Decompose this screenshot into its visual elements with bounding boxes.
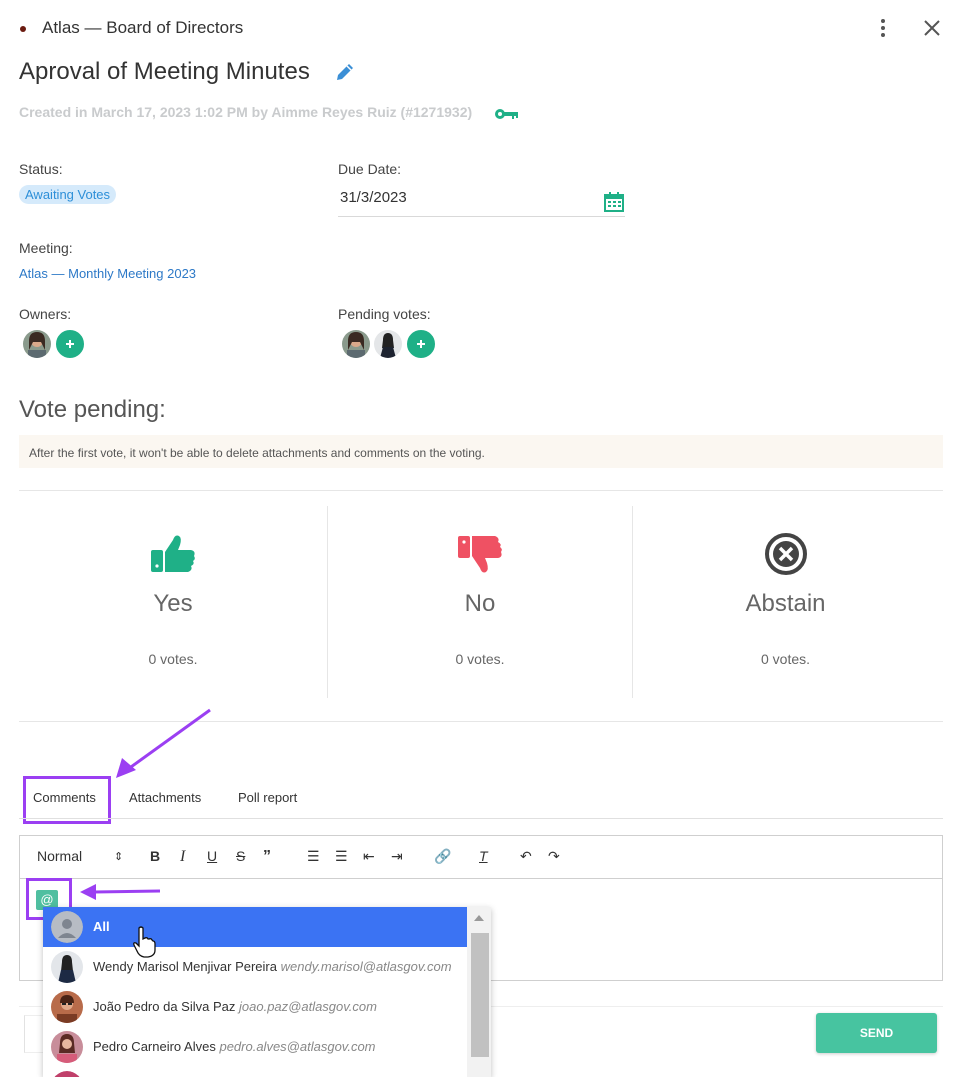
tabs-underline (19, 818, 943, 819)
redo-icon[interactable]: ↷ (548, 848, 560, 865)
created-info: Created in March 17, 2023 1:02 PM by Aim… (19, 104, 473, 120)
mention-name: Pedro Carneiro Alves pedro.alves@atlasgo… (93, 1039, 376, 1054)
tab-attachments[interactable]: Attachments (129, 790, 201, 805)
vote-abstain-count: 0 votes. (760, 651, 811, 667)
avatar (51, 951, 83, 983)
pending-voter-avatar[interactable] (372, 328, 404, 360)
status-badge: Awaiting Votes (19, 185, 117, 204)
send-button[interactable]: SEND (816, 1013, 937, 1053)
circle-x-icon (764, 532, 808, 581)
status-label: Status: (19, 161, 63, 177)
meeting-link[interactable]: Atlas — Monthly Meeting 2023 (19, 266, 196, 281)
bold-icon[interactable]: B (150, 848, 160, 864)
bullet-list-icon[interactable]: ☰ (335, 848, 348, 865)
owners-label: Owners: (19, 306, 72, 322)
vote-yes-count: 0 votes. (148, 651, 198, 667)
undo-icon[interactable]: ↶ (520, 848, 532, 865)
outdent-icon[interactable]: ⇤ (363, 848, 375, 865)
strikethrough-icon[interactable]: S (236, 848, 245, 864)
scroll-up-icon[interactable] (474, 915, 484, 921)
add-owner-button[interactable] (54, 328, 86, 360)
mention-email: wendy.marisol@atlasgov.com (280, 959, 452, 974)
mention-option[interactable]: João Pedro da Silva Paz joao.paz@atlasgo… (43, 987, 467, 1027)
key-icon[interactable] (494, 107, 520, 125)
mention-email: joao.paz@atlasgov.com (239, 999, 377, 1014)
indent-icon[interactable]: ⇥ (391, 848, 403, 865)
avatar (51, 911, 83, 943)
hand-cursor-icon (133, 926, 156, 958)
edit-pencil-icon[interactable] (334, 61, 356, 88)
annotation-arrow-icon (80, 884, 161, 900)
link-icon[interactable]: 🔗 (434, 848, 451, 865)
avatar (51, 991, 83, 1023)
vote-notice: After the first vote, it won't be able t… (19, 435, 943, 468)
thumbs-up-icon (149, 532, 197, 581)
board-color-dot (20, 26, 26, 32)
dropdown-scrollbar[interactable] (467, 907, 491, 1077)
tab-poll-report[interactable]: Poll report (238, 790, 297, 805)
thumbs-down-icon (456, 532, 504, 585)
vote-yes-option[interactable]: Yes 0 votes. (19, 506, 327, 698)
mention-email: pedro.alves@atlasgov.com (219, 1039, 376, 1054)
mention-option[interactable]: Pedro Carneiro Alves pedro.alves@atlasgo… (43, 1027, 467, 1067)
italic-icon[interactable]: I (180, 848, 185, 866)
mention-name: All (93, 919, 110, 934)
vote-abstain-label: Abstain (745, 590, 826, 617)
close-icon[interactable] (922, 16, 942, 40)
mention-dropdown[interactable]: All Wendy Marisol Menjivar Pereira wendy… (43, 907, 491, 1077)
annotation-arrow-icon (116, 708, 211, 778)
vote-pending-heading: Vote pending: (19, 396, 166, 423)
scrollbar-thumb[interactable] (471, 933, 489, 1057)
editor-toolbar: Normal ⇕ B I U S ” ☰ ☰ ⇤ ⇥ 🔗 T ↶ ↷ (20, 836, 942, 879)
more-options-icon[interactable] (874, 16, 892, 40)
mention-option[interactable]: Wendy Marisol Menjivar Pereira wendy.mar… (43, 947, 467, 987)
avatar (51, 1031, 83, 1063)
pending-voter-avatar[interactable] (340, 328, 372, 360)
vote-no-label: No (464, 590, 496, 617)
vote-abstain-option[interactable]: Abstain 0 votes. (633, 506, 938, 698)
format-select-arrows-icon[interactable]: ⇕ (114, 850, 123, 863)
mention-option-all[interactable]: All (43, 907, 467, 947)
vote-no-count: 0 votes. (455, 651, 505, 667)
vote-yes-label: Yes (153, 590, 193, 617)
task-title: Aproval of Meeting Minutes (19, 58, 310, 85)
bottom-card-edge (24, 1015, 44, 1053)
calendar-icon[interactable] (603, 191, 625, 218)
clear-format-icon[interactable]: T (479, 848, 488, 864)
due-date-label: Due Date: (338, 161, 402, 177)
underline-icon[interactable]: U (207, 848, 217, 864)
due-date-field[interactable]: 31/3/2023 (338, 185, 625, 217)
avatar (51, 1071, 83, 1077)
mention-option[interactable] (43, 1067, 467, 1077)
vote-no-option[interactable]: No 0 votes. (328, 506, 632, 698)
pending-votes-label: Pending votes: (338, 306, 431, 322)
add-voter-button[interactable] (405, 328, 437, 360)
mention-name: João Pedro da Silva Paz joao.paz@atlasgo… (93, 999, 377, 1014)
mention-name: Wendy Marisol Menjivar Pereira wendy.mar… (93, 959, 452, 974)
annotation-highlight-box (23, 776, 111, 824)
divider (19, 490, 943, 491)
board-name: Atlas — Board of Directors (42, 18, 244, 37)
meeting-label: Meeting: (19, 240, 73, 256)
format-select[interactable]: Normal (37, 848, 82, 864)
ordered-list-icon[interactable]: ☰ (307, 848, 320, 865)
owner-avatar[interactable] (21, 328, 53, 360)
quote-icon[interactable]: ” (263, 848, 271, 866)
modal-header: Atlas — Board of Directors (18, 16, 948, 40)
